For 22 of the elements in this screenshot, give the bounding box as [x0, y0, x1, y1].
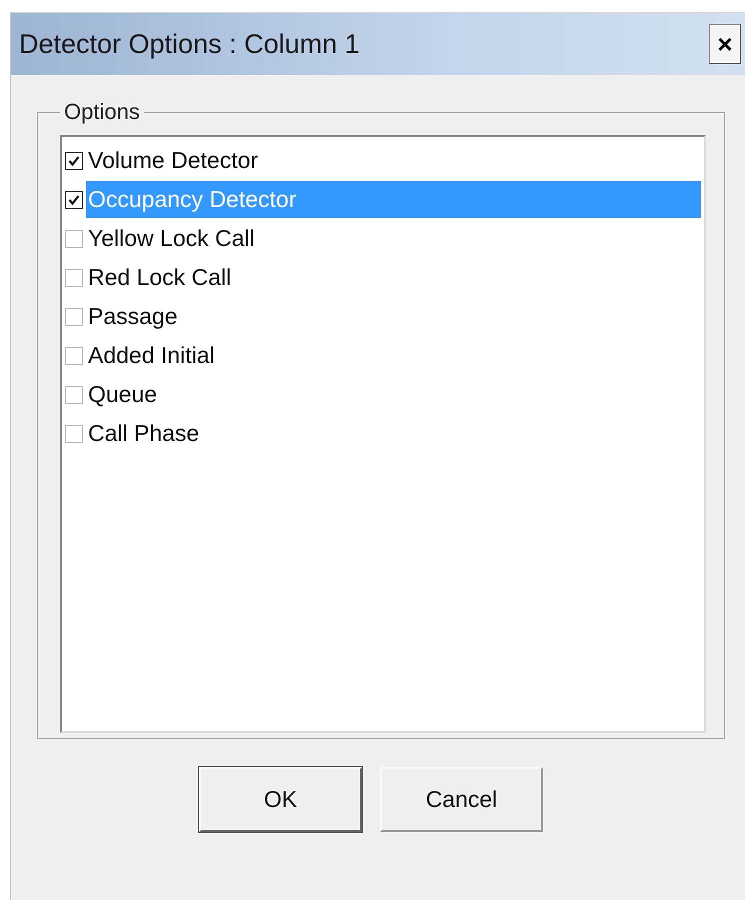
list-item[interactable]: Call Phase [86, 415, 701, 452]
checkbox[interactable] [65, 308, 83, 326]
cancel-button[interactable]: Cancel [380, 767, 543, 832]
close-button[interactable]: × [709, 24, 741, 64]
group-label: Options [63, 99, 141, 125]
list-item[interactable]: Yellow Lock Call [86, 220, 701, 257]
checkbox[interactable] [65, 230, 83, 248]
check-icon [68, 194, 80, 206]
list-item[interactable]: Volume Detector [86, 142, 701, 179]
list-item[interactable]: Queue [86, 376, 701, 413]
check-icon [68, 154, 80, 166]
list-item[interactable]: Added Initial [86, 337, 701, 374]
checkbox[interactable] [65, 152, 83, 170]
checkbox[interactable] [65, 190, 83, 208]
checkbox[interactable] [65, 346, 83, 364]
list-item[interactable]: Passage [86, 298, 701, 335]
checkbox[interactable] [65, 268, 83, 286]
ok-button[interactable]: OK [199, 767, 362, 832]
checkbox[interactable] [65, 424, 83, 442]
list-item[interactable]: Red Lock Call [86, 259, 701, 296]
window-title: Detector Options : Column 1 [19, 28, 360, 60]
checkbox[interactable] [65, 386, 83, 404]
